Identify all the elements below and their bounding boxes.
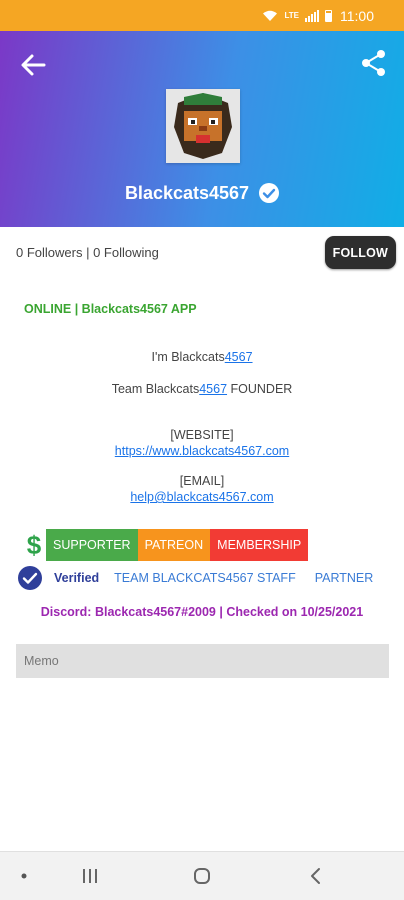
discord-info: Discord: Blackcats4567#2009 | Checked on…: [40, 605, 364, 619]
bio-line-1: I'm Blackcats4567: [0, 350, 404, 364]
bio-link[interactable]: 4567: [199, 382, 227, 396]
online-status: ONLINE | Blackcats4567 APP: [24, 302, 197, 316]
email-link[interactable]: help@blackcats4567.com: [130, 490, 273, 504]
profile-name-row: Blackcats4567: [0, 179, 404, 207]
memo-field[interactable]: [16, 644, 389, 678]
profile-header: Blackcats4567: [0, 31, 404, 227]
share-button[interactable]: [360, 49, 388, 77]
dollar-icon: $: [26, 529, 42, 560]
bio-line-2: Team Blackcats4567 FOUNDER: [0, 382, 404, 396]
email-line: help@blackcats4567.com: [0, 490, 404, 504]
avatar-image: [166, 89, 240, 163]
avatar[interactable]: [166, 89, 240, 163]
arrow-left-icon: [21, 54, 46, 76]
nav-back-icon: [311, 868, 320, 884]
home-button[interactable]: [182, 852, 222, 900]
patreon-tag[interactable]: PATREON: [137, 529, 211, 561]
website-header: [WEBSITE]: [170, 428, 234, 442]
bio-text: FOUNDER: [227, 382, 293, 396]
dot-icon: [21, 873, 27, 879]
tag-row: $ SUPPORTER PATREON MEMBERSHIP: [22, 529, 309, 561]
nav-back-button[interactable]: [296, 852, 336, 900]
staff-role[interactable]: TEAM BLACKCATS4567 STAFF: [114, 571, 296, 585]
home-icon: [194, 868, 210, 884]
status-icons: LTE: [262, 9, 332, 22]
verified-check-icon: [18, 566, 42, 590]
recents-button[interactable]: [70, 852, 110, 900]
email-header: [EMAIL]: [179, 474, 225, 488]
partner-role[interactable]: PARTNER: [315, 571, 374, 585]
follow-counts[interactable]: 0 Followers | 0 Following: [16, 245, 159, 260]
membership-tag[interactable]: MEMBERSHIP: [210, 529, 309, 561]
battery-icon: [325, 9, 332, 22]
status-time: 11:00: [340, 7, 374, 24]
status-bar: LTE 11:00: [0, 0, 404, 31]
bio-text: Team Blackcats: [111, 382, 200, 396]
follow-button[interactable]: FOLLOW: [324, 236, 396, 269]
nav-dot: [14, 852, 34, 900]
back-button[interactable]: [18, 49, 50, 81]
signal-icon: [305, 9, 319, 22]
supporter-tag[interactable]: SUPPORTER: [46, 529, 138, 561]
share-icon: [362, 50, 385, 76]
verified-row: Verified TEAM BLACKCATS4567 STAFF PARTNE…: [18, 566, 392, 590]
network-type: LTE: [284, 11, 299, 20]
bio-link[interactable]: 4567: [225, 350, 253, 364]
follow-row: 0 Followers | 0 Following FOLLOW: [0, 236, 404, 270]
website-link[interactable]: https://www.blackcats4567.com: [115, 444, 289, 458]
verified-label: Verified: [54, 571, 100, 585]
bio-text: I'm Blackcats: [151, 350, 225, 364]
system-nav-bar: [0, 851, 404, 900]
profile-name: Blackcats4567: [124, 182, 250, 203]
recents-icon: [83, 869, 97, 883]
check-circle-icon: [259, 183, 280, 203]
wifi-icon: [263, 10, 278, 21]
website-line: https://www.blackcats4567.com: [0, 444, 404, 458]
